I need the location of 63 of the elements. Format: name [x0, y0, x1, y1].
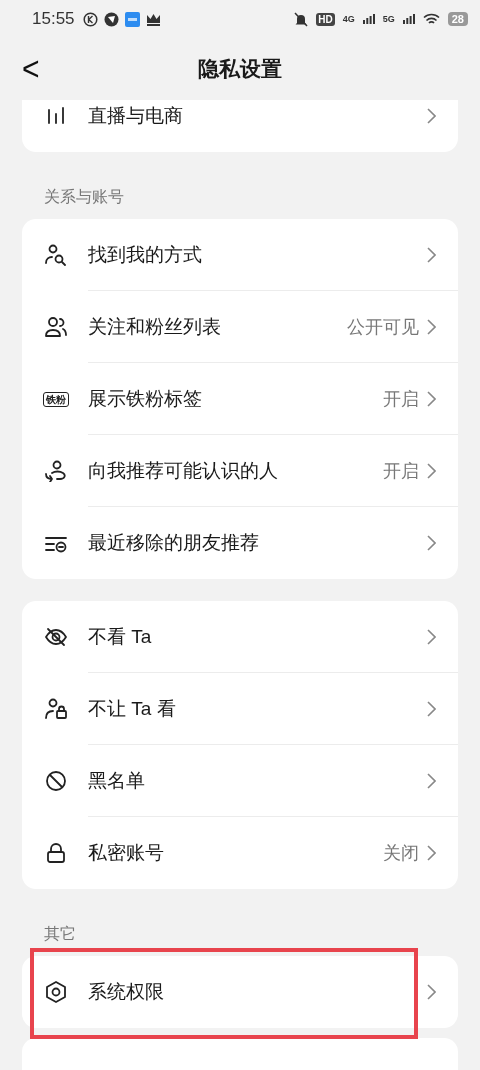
settings-row[interactable]: 私密账号 关闭	[22, 817, 458, 889]
battery-icon: 28	[447, 12, 468, 26]
row-label: 关注和粉丝列表	[88, 315, 222, 339]
back-button[interactable]: <	[22, 52, 40, 86]
row-label: 向我推荐可能认识的人	[88, 459, 279, 483]
row-label: 直播与电商	[88, 104, 184, 128]
row-label: 找到我的方式	[88, 243, 203, 267]
block-icon	[44, 770, 68, 792]
chevron-right-icon	[427, 701, 436, 717]
row-value: 开启	[383, 460, 419, 483]
row-value: 关闭	[383, 842, 419, 865]
user-share-icon	[44, 460, 68, 482]
settings-row[interactable]: 向我推荐可能认识的人 开启	[22, 435, 458, 507]
bar-chart-icon	[45, 105, 67, 127]
chevron-right-icon	[427, 773, 436, 789]
section-label: 其它	[44, 925, 76, 942]
status-time: 15:55	[32, 9, 75, 29]
chevron-right-icon	[427, 463, 436, 479]
settings-row[interactable]: 直播与电商	[22, 100, 458, 152]
row-label: 私密账号	[88, 841, 165, 865]
chevron-right-icon	[427, 629, 436, 645]
eye-hidden-icon	[44, 626, 68, 648]
signal-icon	[362, 14, 375, 24]
users-icon	[44, 316, 68, 338]
row-value: 开启	[383, 388, 419, 411]
network-4g-label: 4G	[342, 14, 355, 24]
settings-row[interactable]: 不看 Ta	[22, 601, 458, 673]
settings-row[interactable]: 铁粉 展示铁粉标签 开启	[22, 363, 458, 435]
row-label: 展示铁粉标签	[88, 387, 203, 411]
wifi-icon	[422, 12, 440, 26]
settings-row[interactable]: 黑名单	[22, 745, 458, 817]
row-label: 系统权限	[88, 980, 165, 1004]
settings-row[interactable]: 关注和粉丝列表 公开可见	[22, 291, 458, 363]
hd-icon: HD	[316, 12, 335, 26]
page-title: 隐私设置	[198, 57, 282, 80]
fan-badge-icon: 铁粉	[43, 391, 69, 407]
app-icon	[124, 11, 140, 27]
row-label: 不看 Ta	[88, 625, 153, 649]
settings-row[interactable]: 最近移除的朋友推荐	[22, 507, 458, 579]
hexagon-icon	[44, 981, 68, 1003]
chevron-right-icon	[427, 535, 436, 551]
settings-row[interactable]: 找到我的方式	[22, 219, 458, 291]
row-label: 最近移除的朋友推荐	[88, 531, 260, 555]
row-value: 公开可见	[347, 316, 419, 339]
chevron-right-icon	[427, 319, 436, 335]
chevron-right-icon	[427, 984, 436, 1000]
bell-off-icon	[294, 11, 309, 27]
chevron-right-icon	[427, 108, 436, 124]
signal-icon	[402, 14, 415, 24]
user-search-icon	[44, 244, 68, 266]
chevron-right-icon	[427, 391, 436, 407]
section-label: 关系与账号	[44, 188, 124, 205]
crown-icon	[145, 12, 161, 26]
row-label: 不让 Ta 看	[88, 697, 177, 721]
row-label: 黑名单	[88, 769, 146, 793]
lock-icon	[44, 842, 68, 864]
settings-row[interactable]: 系统权限	[22, 956, 458, 1028]
chevron-right-icon	[427, 247, 436, 263]
settings-row[interactable]: 不让 Ta 看	[22, 673, 458, 745]
network-5g-label: 5G	[382, 14, 395, 24]
k-circle-icon	[82, 11, 98, 27]
user-lock-icon	[44, 698, 68, 720]
chevron-right-icon	[427, 845, 436, 861]
